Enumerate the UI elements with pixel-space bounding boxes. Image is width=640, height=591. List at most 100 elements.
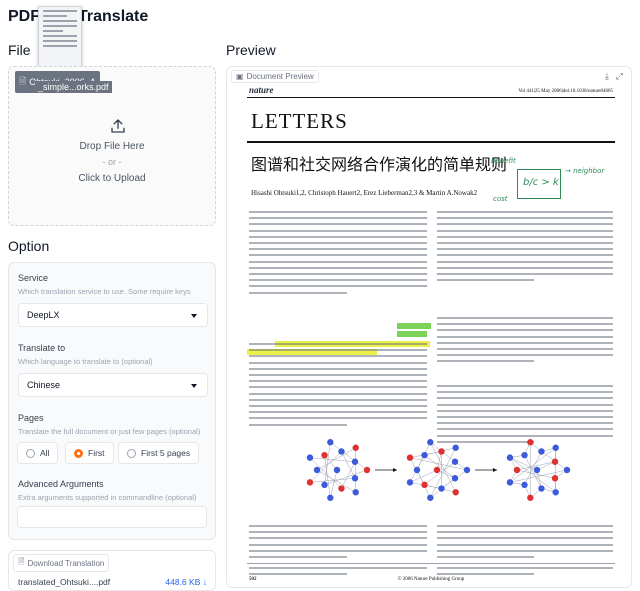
- drop-file-text: Drop File Here: [79, 141, 145, 152]
- cooperator-node: [333, 466, 341, 474]
- text-line: [249, 537, 427, 540]
- defector-node: [551, 475, 559, 482]
- text-line: [249, 211, 427, 213]
- download-size-link[interactable]: 448.6 KB ↓: [165, 577, 207, 587]
- defector-node: [527, 494, 534, 501]
- text-line: [249, 260, 427, 263]
- download-file-link[interactable]: translated_Ohtsuki....pdf: [18, 577, 110, 587]
- defector-node: [452, 489, 459, 496]
- text-line: [437, 273, 613, 275]
- cooperator-node: [327, 439, 334, 446]
- pages-hint: Translate the full document or just few …: [18, 427, 201, 436]
- cooperator-node: [413, 466, 421, 474]
- defector-node: [352, 444, 359, 451]
- cooperator-node: [552, 444, 559, 451]
- document-page: nature Vol 441|25 May 2006|doi:10.1038/n…: [247, 85, 615, 585]
- title-rule: [247, 141, 615, 143]
- text-line: [437, 317, 613, 319]
- text-line: [437, 335, 613, 338]
- service-select[interactable]: DeepLX: [18, 303, 208, 327]
- cooperator-node: [563, 466, 571, 474]
- defector-node: [321, 451, 328, 459]
- text-line: [249, 398, 427, 401]
- text-line: [249, 291, 347, 294]
- defector-node: [513, 466, 521, 474]
- text-line: [437, 537, 613, 540]
- green-highlight: [397, 323, 431, 329]
- pages-radio-first-5[interactable]: First 5 pages: [118, 442, 200, 464]
- language-select[interactable]: Chinese: [18, 373, 208, 397]
- cooperator-node: [352, 489, 359, 496]
- text-line: [249, 380, 427, 383]
- text-line: [437, 385, 613, 387]
- defector-node: [406, 454, 414, 461]
- advanced-hint: Extra arguments supported in commandline…: [18, 493, 197, 502]
- radio-circle-checked: [74, 448, 83, 458]
- text-line: [249, 235, 427, 238]
- cooperator-node: [451, 458, 459, 465]
- advanced-arguments-input[interactable]: [17, 506, 207, 528]
- cooperator-node: [351, 475, 359, 482]
- text-line: [249, 405, 427, 407]
- text-line: [249, 411, 427, 414]
- text-line: [249, 573, 347, 576]
- text-line: [249, 417, 427, 420]
- upload-icon: [111, 119, 125, 133]
- file-icon: 🗎: [18, 557, 25, 566]
- cooperator-node: [338, 448, 345, 455]
- text-line: [249, 343, 427, 345]
- preview-tab: ▣ Document Preview: [231, 70, 319, 83]
- defector-node: [421, 481, 428, 489]
- fullscreen-icon[interactable]: ⤢: [616, 71, 623, 82]
- text-line: [437, 556, 534, 558]
- defector-node: [363, 466, 371, 474]
- app-title-left: PDF: [8, 8, 40, 25]
- network-edge: [509, 457, 556, 493]
- text-line: [437, 266, 613, 269]
- text-line: [437, 549, 613, 552]
- image-icon: ▣: [236, 72, 244, 81]
- cooperator-node: [406, 479, 414, 486]
- arrow-head: [393, 468, 397, 472]
- download-arrow-icon: ↓: [202, 577, 207, 587]
- text-line: [437, 260, 613, 263]
- defector-node: [527, 439, 534, 446]
- arrow-head: [493, 468, 497, 472]
- text-line: [437, 229, 613, 232]
- text-line: [437, 211, 613, 213]
- cooperator-node: [427, 494, 434, 501]
- text-line: [249, 217, 427, 220]
- preview-tab-label: Document Preview: [246, 72, 314, 81]
- language-value: Chinese: [27, 380, 61, 390]
- text-line: [249, 525, 427, 527]
- uploaded-file-name-line2: _simple...orks.pdf: [35, 81, 112, 93]
- text-line: [437, 391, 613, 394]
- network-edge: [409, 469, 438, 483]
- paper-authors: Hisashi Ohtsuki1,2, Christoph Hauert2, E…: [251, 189, 478, 197]
- dragged-file-thumbnail: [38, 6, 82, 68]
- app-title: PDF Translate: [8, 6, 148, 68]
- pages-radio-all[interactable]: All: [17, 442, 59, 464]
- cooperator-node: [306, 454, 314, 461]
- text-line: [249, 266, 427, 269]
- file-dropzone[interactable]: 🗎 Ohtsuki_2006_A _simple...orks.pdf Drop…: [8, 66, 216, 226]
- text-line: [249, 254, 427, 257]
- section-heading: LETTERS: [251, 109, 348, 133]
- download-file-name: translated_Ohtsuki...: [18, 577, 96, 587]
- text-line: [437, 531, 613, 534]
- text-line: [249, 248, 427, 251]
- text-line: [249, 567, 427, 569]
- pages-radio-first[interactable]: First: [65, 442, 114, 464]
- handwritten-benefit: benefit: [491, 157, 516, 165]
- text-line: [437, 543, 613, 546]
- cooperator-node: [538, 448, 545, 455]
- green-highlight: [397, 331, 427, 337]
- network-edge: [324, 469, 368, 486]
- network-diagram: [306, 439, 571, 501]
- text-line: [249, 556, 347, 558]
- text-line: [437, 223, 613, 226]
- file-section-title: File: [8, 42, 31, 58]
- download-icon[interactable]: ⤓: [605, 71, 609, 82]
- text-line: [437, 567, 613, 569]
- text-line: [249, 242, 427, 244]
